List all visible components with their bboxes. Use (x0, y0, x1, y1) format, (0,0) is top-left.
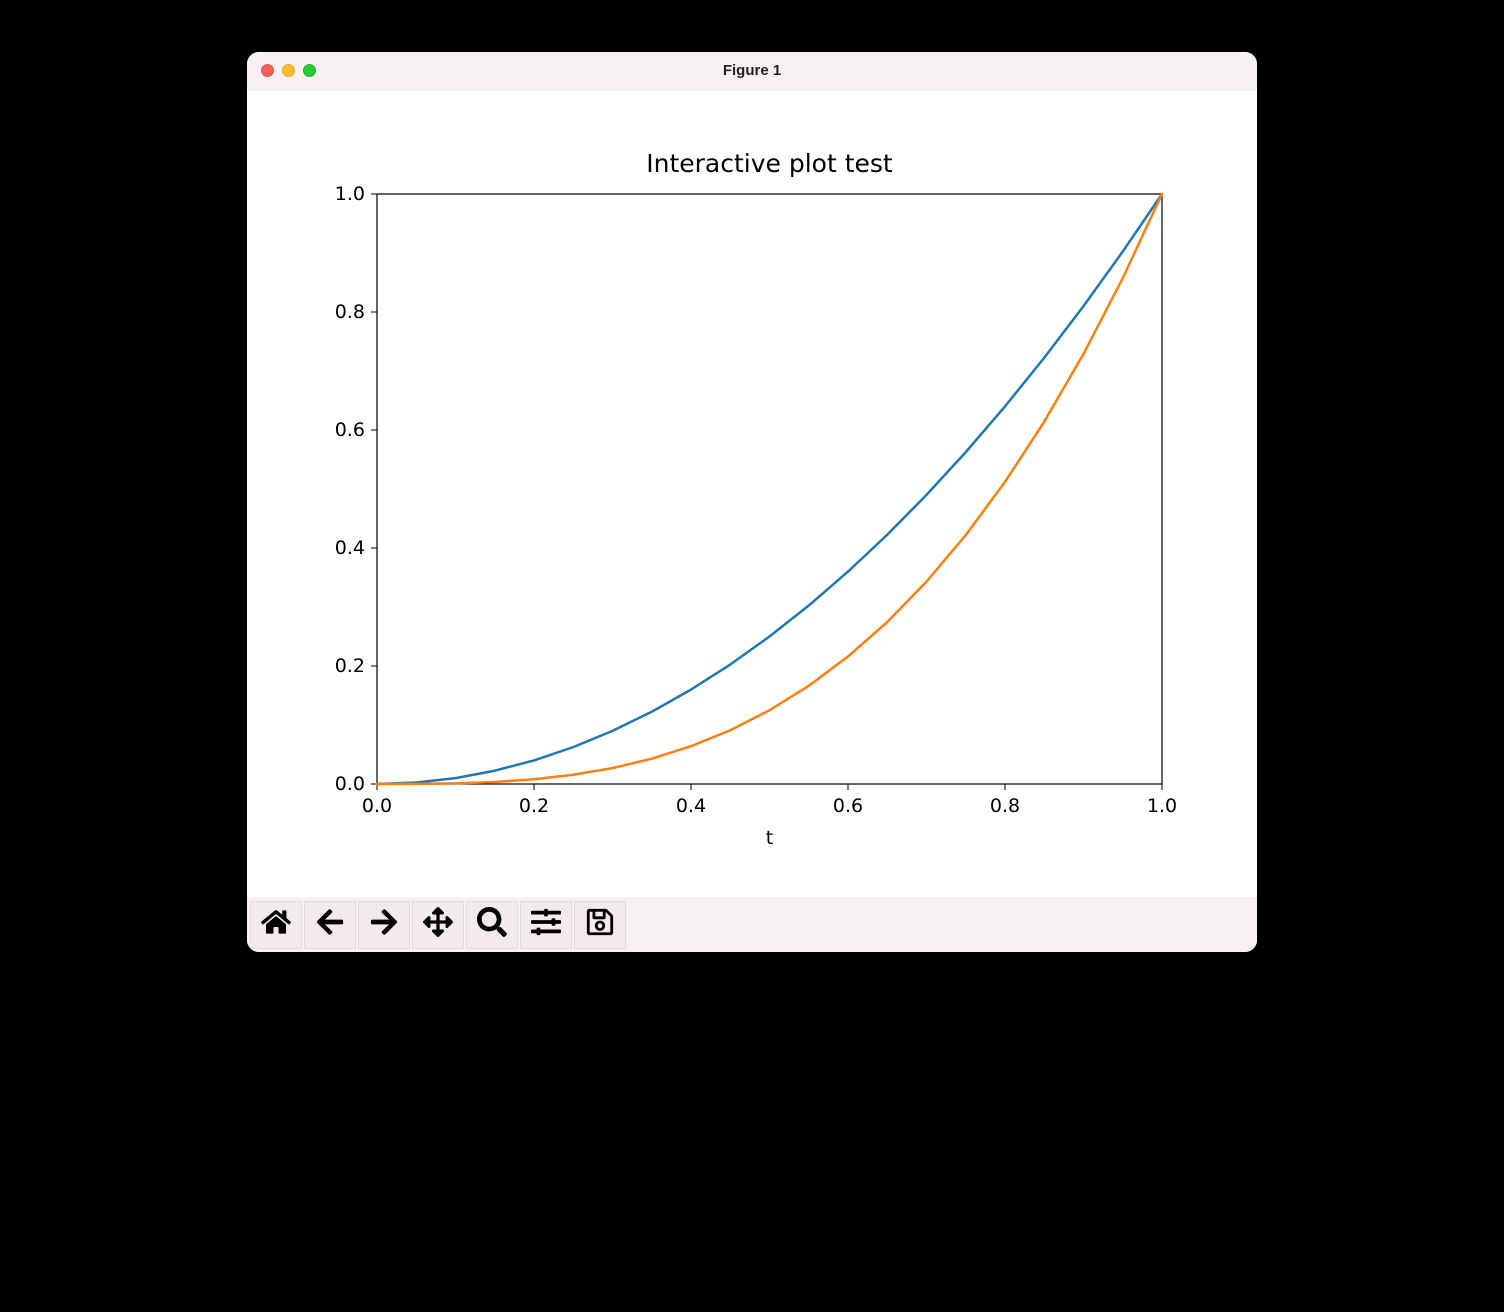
svg-text:t: t (766, 827, 773, 849)
sliders-icon (531, 907, 561, 942)
minimize-button[interactable] (282, 64, 295, 77)
back-button[interactable] (304, 901, 356, 949)
svg-text:0.6: 0.6 (833, 795, 863, 817)
figure-window: Figure 1 0.00.20.40.60.81.00.00.20.40.60… (247, 52, 1257, 952)
arrow-right-icon (369, 907, 399, 942)
svg-text:0.4: 0.4 (676, 795, 706, 817)
close-button[interactable] (261, 64, 274, 77)
home-button[interactable] (250, 901, 302, 949)
save-icon (585, 907, 615, 942)
save-button[interactable] (574, 901, 626, 949)
titlebar: Figure 1 (247, 52, 1257, 90)
svg-text:0.8: 0.8 (335, 301, 365, 323)
svg-text:0.4: 0.4 (335, 537, 365, 559)
forward-button[interactable] (358, 901, 410, 949)
toolbar (247, 897, 1257, 952)
zoom-icon (477, 907, 507, 942)
svg-text:0.0: 0.0 (362, 795, 392, 817)
svg-text:1.0: 1.0 (1147, 795, 1177, 817)
svg-text:0.6: 0.6 (335, 419, 365, 441)
configure-button[interactable] (520, 901, 572, 949)
svg-text:Interactive plot test: Interactive plot test (646, 149, 893, 178)
svg-text:0.0: 0.0 (335, 773, 365, 795)
move-icon (423, 907, 453, 942)
svg-text:0.8: 0.8 (990, 795, 1020, 817)
pan-button[interactable] (412, 901, 464, 949)
maximize-button[interactable] (303, 64, 316, 77)
arrow-left-icon (315, 907, 345, 942)
home-icon (261, 907, 291, 942)
window-title: Figure 1 (723, 62, 781, 79)
plot-canvas[interactable]: 0.0 0.2 0.4 0.6 0.8 1.0 0.0 0.2 0.4 0.6 0.8 1.0 Inte… (247, 90, 1257, 897)
traffic-lights (261, 64, 316, 77)
svg-text:0.2: 0.2 (519, 795, 549, 817)
svg-text:0.2: 0.2 (335, 655, 365, 677)
svg-text:1.0: 1.0 (335, 183, 365, 205)
zoom-button[interactable] (466, 901, 518, 949)
chart: 0.0 0.2 0.4 0.6 0.8 1.0 0.0 0.2 0.4 0.6 0.8 1.0 Inte… (247, 94, 1257, 894)
